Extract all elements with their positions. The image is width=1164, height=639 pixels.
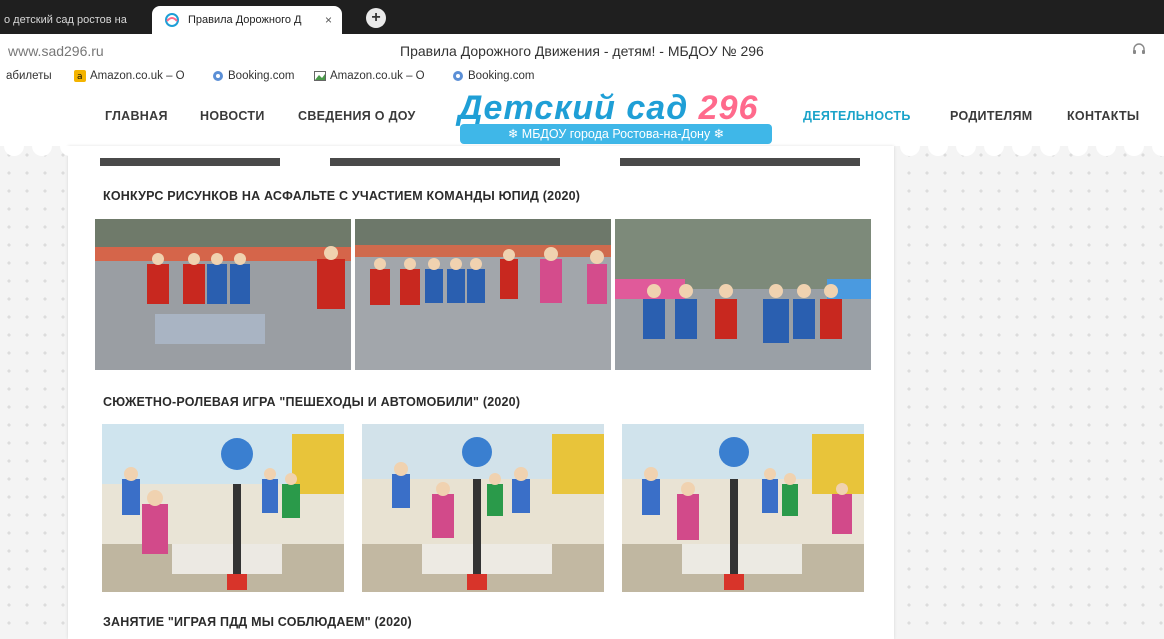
- bookmark-item[interactable]: Booking.com: [452, 70, 534, 82]
- header-scallop-border: [0, 146, 1164, 158]
- bookmark-label: Booking.com: [468, 70, 535, 82]
- svg-text:a: a: [77, 72, 83, 82]
- bookmark-item[interactable]: a Amazon.co.uk – O: [74, 70, 185, 82]
- nav-contacts[interactable]: КОНТАКТЫ: [1067, 109, 1139, 123]
- logo-subtitle: ❄ МБДОУ города Ростова-на-Дону ❄: [460, 124, 772, 144]
- tab-label: о детский сад ростов на: [4, 14, 127, 26]
- bookmark-item[interactable]: Booking.com: [212, 70, 294, 82]
- nav-activity[interactable]: ДЕЯТЕЛЬНОСТЬ: [803, 109, 911, 123]
- photo-asphalt-3[interactable]: [615, 219, 871, 370]
- site-header: ГЛАВНАЯ НОВОСТИ СВЕДЕНИЯ О ДОУ Детский с…: [0, 88, 1164, 146]
- photo-roleplay-2[interactable]: [362, 424, 604, 592]
- bookmark-label: Amazon.co.uk – O: [330, 70, 425, 82]
- photo-roleplay-3[interactable]: [622, 424, 864, 592]
- logo-title-number: 296: [698, 89, 759, 127]
- tab-inactive[interactable]: о детский сад ростов на: [0, 6, 150, 34]
- globe-icon: [212, 70, 224, 82]
- bookmark-label: Amazon.co.uk – O: [90, 70, 185, 82]
- nav-news[interactable]: НОВОСТИ: [200, 109, 265, 123]
- photo-strip: [100, 158, 280, 166]
- photo-roleplay-1[interactable]: [102, 424, 344, 592]
- tab-active[interactable]: Правила Дорожного Д ×: [152, 6, 342, 34]
- section-title: КОНКУРС РИСУНКОВ НА АСФАЛЬТЕ С УЧАСТИЕМ …: [103, 189, 581, 203]
- section-title: ЗАНЯТИЕ "ИГРАЯ ПДД МЫ СОБЛЮДАЕМ" (2020): [103, 615, 412, 629]
- globe-icon: [452, 70, 464, 82]
- url-field[interactable]: www.sad296.ru: [8, 43, 104, 59]
- photo-strip: [620, 158, 860, 166]
- logo-title: Детский сад 296: [458, 89, 758, 128]
- address-bar: www.sad296.ru Правила Дорожного Движения…: [0, 34, 1164, 68]
- amazon-icon: a: [74, 70, 86, 82]
- bookmark-item[interactable]: абилеты: [6, 70, 52, 82]
- image-icon: [314, 70, 326, 82]
- site-favicon-icon: [164, 12, 180, 28]
- nav-parents[interactable]: РОДИТЕЛЯМ: [950, 109, 1032, 123]
- new-tab-button[interactable]: +: [366, 8, 386, 28]
- photo-asphalt-1[interactable]: [95, 219, 351, 370]
- nav-home[interactable]: ГЛАВНАЯ: [105, 109, 168, 123]
- bookmarks-bar: абилеты a Amazon.co.uk – O Booking.com A…: [0, 68, 1164, 88]
- close-tab-icon[interactable]: ×: [325, 13, 332, 27]
- bookmark-item[interactable]: Amazon.co.uk – O: [314, 70, 425, 82]
- headset-icon[interactable]: [1132, 43, 1146, 58]
- tab-label: Правила Дорожного Д: [188, 14, 302, 26]
- page-title: Правила Дорожного Движения - детям! - МБ…: [400, 43, 764, 59]
- logo-title-text: Детский сад: [458, 89, 699, 127]
- browser-tab-bar: о детский сад ростов на Правила Дорожног…: [0, 0, 1164, 34]
- bookmark-label: Booking.com: [228, 70, 295, 82]
- nav-about[interactable]: СВЕДЕНИЯ О ДОУ: [298, 109, 416, 123]
- section-title: СЮЖЕТНО-РОЛЕВАЯ ИГРА "ПЕШЕХОДЫ И АВТОМОБ…: [103, 395, 521, 409]
- bookmark-label: абилеты: [6, 70, 52, 82]
- photo-strip: [330, 158, 560, 166]
- photo-asphalt-2[interactable]: [355, 219, 611, 370]
